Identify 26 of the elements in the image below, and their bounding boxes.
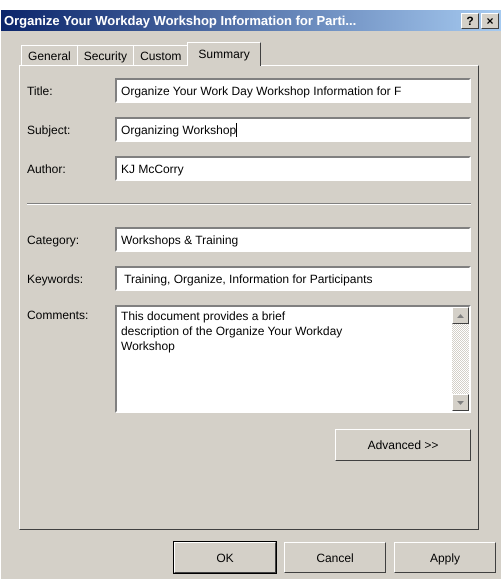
tab[interactable]: Custom (133, 45, 188, 65)
tab[interactable]: General (21, 45, 78, 65)
field-label: Keywords: (26, 272, 84, 286)
tab[interactable]: Security (76, 45, 134, 65)
input-field[interactable]: Workshops & Training (115, 227, 471, 252)
tab[interactable]: Summary (187, 42, 261, 66)
dialog-button[interactable]: Apply (394, 542, 496, 573)
comments-field[interactable]: This document provides a brief description of the Organize Your Workday Workshop (115, 305, 471, 413)
down-arrow-icon (457, 400, 464, 404)
advanced-button[interactable]: Advanced >> (335, 429, 471, 461)
field-label: Subject: (26, 122, 72, 136)
input-field[interactable]: Organizing Workshop (115, 117, 471, 142)
scrollbar[interactable] (452, 307, 469, 411)
dialog-button[interactable]: Cancel (284, 542, 386, 573)
up-arrow-icon (457, 314, 464, 318)
field-label: Author: (26, 162, 67, 176)
input-field[interactable]: Training, Organize, Information for Participants (115, 266, 471, 291)
field-label: Comments: (26, 307, 90, 322)
input-field[interactable]: Organize Your Work Day Workshop Information for F (115, 78, 471, 103)
window-title: Organize Your Workday Workshop Information for Parti... (4, 13, 358, 28)
field-label: Title: (26, 84, 54, 98)
help-button[interactable]: ? (461, 12, 479, 28)
input-field[interactable]: KJ McCorry (115, 156, 471, 181)
dialog-button[interactable]: OK (174, 542, 276, 573)
close-button[interactable]: × (481, 12, 499, 28)
field-label: Category: (26, 232, 80, 246)
